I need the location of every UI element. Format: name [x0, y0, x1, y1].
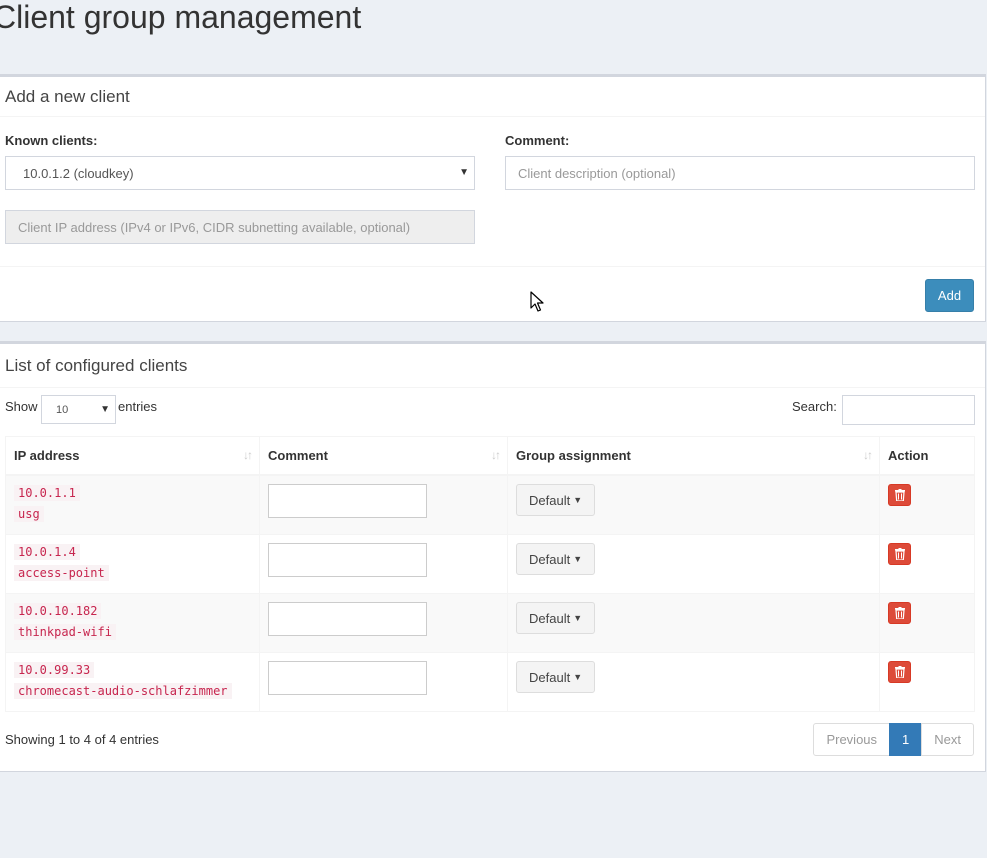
- entries-label: entries: [118, 399, 158, 414]
- pagination-page-1[interactable]: 1: [889, 723, 923, 756]
- comment-label: Comment:: [505, 133, 570, 148]
- client-list-box-title: List of configured clients: [0, 344, 985, 388]
- caret-down-icon: ▼: [573, 495, 583, 505]
- group-dropdown-label: Default: [529, 492, 571, 508]
- comment-cell-input[interactable]: [268, 543, 427, 577]
- group-dropdown-label: Default: [529, 669, 571, 685]
- group-dropdown-button[interactable]: Default ▼: [516, 602, 596, 634]
- known-clients-select[interactable]: 10.0.1.2 (cloudkey) ▼: [5, 156, 475, 190]
- delete-button[interactable]: [888, 543, 911, 565]
- column-header-ip[interactable]: IP address ↓↑: [5, 436, 260, 476]
- table-row: 10.0.1.1 usg Default ▼: [5, 474, 975, 535]
- comment-placeholder: Client description (optional): [518, 165, 676, 181]
- trash-icon: [894, 489, 905, 501]
- column-header-label: Comment: [268, 448, 328, 463]
- add-client-box: Add a new client Known clients: 10.0.1.2…: [0, 74, 986, 322]
- select-caret-icon: ▼: [100, 404, 110, 415]
- comment-cell-input[interactable]: [268, 602, 427, 636]
- caret-down-icon: ▼: [573, 672, 583, 682]
- known-clients-label: Known clients:: [5, 133, 98, 148]
- trash-icon: [894, 607, 905, 619]
- show-label: Show: [5, 399, 38, 414]
- delete-button[interactable]: [888, 484, 911, 506]
- trash-icon: [894, 666, 905, 678]
- add-client-box-title: Add a new client: [0, 77, 985, 117]
- pagination-previous[interactable]: Previous: [813, 723, 891, 756]
- pagination-next[interactable]: Next: [921, 723, 974, 756]
- comment-cell-input[interactable]: [268, 661, 427, 695]
- column-header-group[interactable]: Group assignment ↓↑: [507, 436, 880, 476]
- comment-input[interactable]: Client description (optional): [505, 156, 975, 190]
- table-info: Showing 1 to 4 of 4 entries: [5, 732, 159, 747]
- known-clients-value: 10.0.1.2 (cloudkey): [23, 165, 134, 181]
- caret-down-icon: ▼: [573, 554, 583, 564]
- client-name: access-point: [14, 565, 109, 581]
- column-header-label: Group assignment: [516, 448, 631, 463]
- client-ip-input[interactable]: Client IP address (IPv4 or IPv6, CIDR su…: [5, 210, 475, 244]
- client-name: thinkpad-wifi: [14, 624, 116, 640]
- group-dropdown-label: Default: [529, 551, 571, 567]
- page-length-select[interactable]: 10 ▼: [41, 395, 116, 424]
- group-dropdown-label: Default: [529, 610, 571, 626]
- column-header-label: Action: [888, 448, 929, 463]
- select-caret-icon: ▼: [459, 167, 469, 178]
- column-header-action: Action: [879, 436, 975, 476]
- client-list-box: List of configured clients Show 10 ▼ ent…: [0, 341, 986, 772]
- column-header-label: IP address: [14, 448, 80, 463]
- delete-button[interactable]: [888, 661, 911, 683]
- column-header-comment[interactable]: Comment ↓↑: [259, 436, 508, 476]
- search-input[interactable]: [842, 395, 975, 425]
- group-dropdown-button[interactable]: Default ▼: [516, 543, 596, 575]
- mouse-cursor-icon: [530, 291, 544, 312]
- page-title: Client group management: [0, 0, 362, 35]
- page-length-value: 10: [56, 403, 69, 416]
- comment-cell-input[interactable]: [268, 484, 427, 518]
- sort-icon: ↓↑: [491, 448, 501, 462]
- trash-icon: [894, 548, 905, 560]
- table-row: 10.0.1.4 access-point Default ▼: [5, 534, 975, 594]
- client-ip: 10.0.1.1: [14, 485, 80, 501]
- client-ip: 10.0.1.4: [14, 544, 80, 560]
- sort-icon: ↓↑: [243, 448, 253, 462]
- table-row: 10.0.99.33 chromecast-audio-schlafzimmer …: [5, 652, 975, 712]
- table-row: 10.0.10.182 thinkpad-wifi Default ▼: [5, 593, 975, 653]
- add-button[interactable]: Add: [925, 279, 974, 312]
- pagination: Previous 1 Next: [813, 723, 974, 756]
- client-ip: 10.0.99.33: [14, 662, 95, 678]
- client-name: usg: [14, 506, 44, 522]
- delete-button[interactable]: [888, 602, 911, 624]
- group-dropdown-button[interactable]: Default ▼: [516, 484, 596, 516]
- caret-down-icon: ▼: [573, 613, 583, 623]
- group-dropdown-button[interactable]: Default ▼: [516, 661, 596, 693]
- client-ip: 10.0.10.182: [14, 603, 102, 619]
- search-label: Search:: [792, 399, 837, 414]
- client-name: chromecast-audio-schlafzimmer: [14, 683, 232, 699]
- sort-icon: ↓↑: [863, 448, 873, 462]
- box-footer-divider: [0, 266, 985, 267]
- client-ip-placeholder: Client IP address (IPv4 or IPv6, CIDR su…: [18, 219, 411, 235]
- clients-table: IP address ↓↑ Comment ↓↑ Group assignmen…: [5, 436, 975, 712]
